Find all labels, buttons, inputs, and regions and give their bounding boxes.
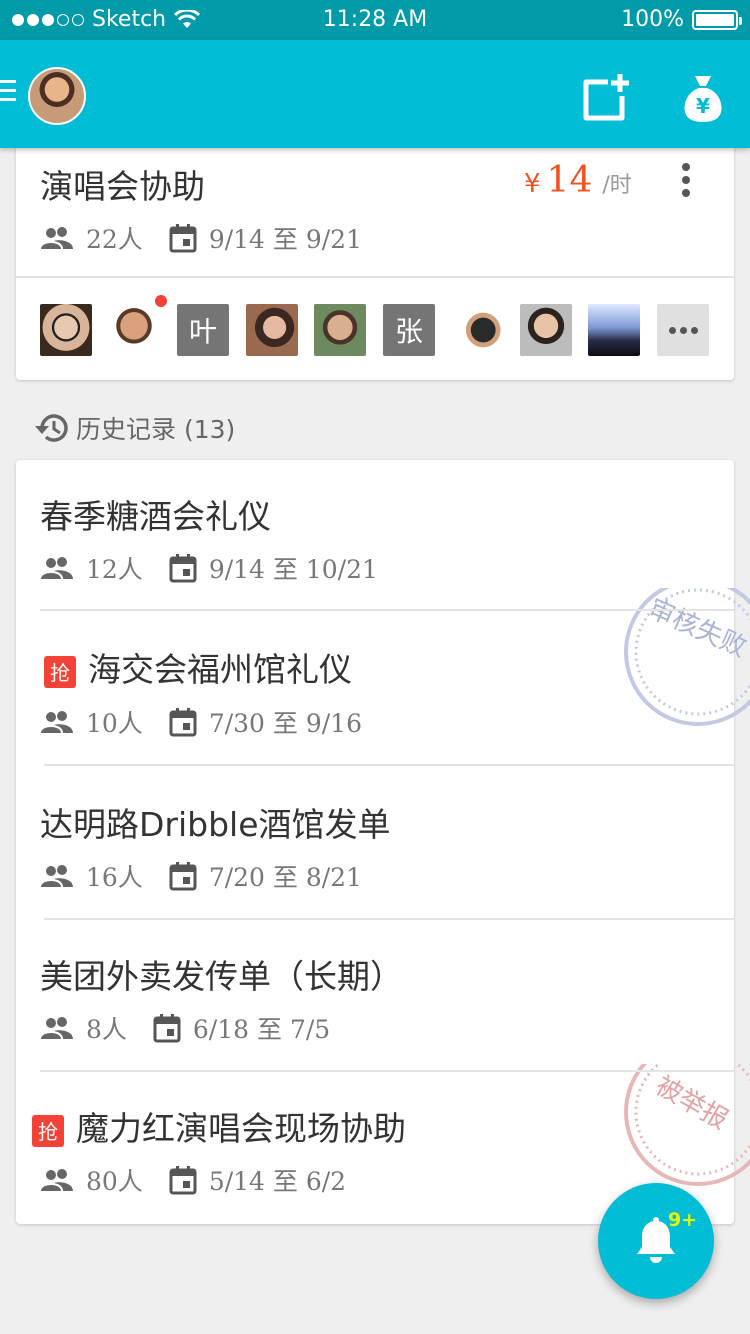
history-item-meta: 12人 9/14 至 10/21 bbox=[40, 550, 378, 586]
battery-percent: 100% bbox=[621, 7, 684, 32]
calendar-icon bbox=[169, 862, 197, 891]
history-item-dates: 5/14 至 6/2 bbox=[208, 1167, 347, 1196]
history-item-dates: 7/30 至 9/16 bbox=[208, 709, 362, 738]
rush-badge: 抢 bbox=[44, 655, 76, 688]
member-avatar[interactable] bbox=[314, 304, 366, 356]
people-icon bbox=[41, 227, 73, 249]
history-item-title-text: 海交会福州馆礼仪 bbox=[88, 650, 352, 689]
money-bag-icon: ¥ bbox=[684, 76, 722, 122]
svg-text:被举报: 被举报 bbox=[650, 1071, 733, 1136]
people-icon bbox=[41, 1017, 73, 1039]
history-item-title[interactable]: 抢魔力红演唱会现场协助 bbox=[32, 1102, 406, 1150]
people-icon bbox=[41, 1169, 73, 1191]
history-item-dates: 7/20 至 8/21 bbox=[208, 863, 362, 892]
divider bbox=[16, 276, 734, 278]
new-task-button[interactable] bbox=[578, 70, 634, 126]
history-item-people: 12人 bbox=[86, 555, 143, 584]
member-avatar-text[interactable]: 叶 bbox=[177, 304, 229, 356]
history-item-people: 10人 bbox=[86, 709, 143, 738]
history-item-meta: 80人 5/14 至 6/2 bbox=[40, 1162, 346, 1198]
member-avatar[interactable] bbox=[246, 304, 298, 356]
people-icon bbox=[41, 557, 73, 579]
history-item-title-text: 魔力红演唱会现场协助 bbox=[76, 1109, 406, 1148]
history-item-meta: 8人 6/18 至 7/5 bbox=[40, 1010, 330, 1046]
history-item-dates: 6/18 至 7/5 bbox=[192, 1015, 331, 1044]
history-item-people: 8人 bbox=[86, 1015, 127, 1044]
divider bbox=[44, 764, 734, 766]
calendar-icon bbox=[169, 1166, 197, 1195]
price-value: 14 bbox=[546, 160, 593, 201]
app-header: ¥ bbox=[0, 40, 750, 148]
more-icon bbox=[668, 326, 676, 334]
history-item-people: 80人 bbox=[86, 1167, 143, 1196]
task-title: 演唱会协助 bbox=[40, 167, 205, 206]
task-people: 22人 bbox=[86, 225, 143, 254]
divider bbox=[40, 609, 734, 611]
member-avatar-text[interactable]: 张 bbox=[383, 304, 435, 356]
new-task-icon bbox=[583, 74, 629, 121]
unread-dot bbox=[154, 294, 168, 308]
member-avatar[interactable] bbox=[588, 304, 640, 356]
member-avatar[interactable] bbox=[520, 304, 572, 356]
stamp-reported: 被举报 bbox=[612, 1038, 750, 1192]
history-item-people: 16人 bbox=[86, 863, 143, 892]
status-bar: Sketch 11:28 AM 100% bbox=[0, 0, 750, 40]
task-price: ¥ 14 /时 bbox=[524, 160, 632, 201]
divider bbox=[44, 918, 734, 920]
member-avatar[interactable] bbox=[40, 304, 92, 356]
price-currency: ¥ bbox=[524, 169, 541, 199]
bell-icon bbox=[637, 1217, 675, 1263]
calendar-icon bbox=[169, 708, 197, 737]
history-heading: 历史记录 (13) bbox=[34, 410, 235, 446]
calendar-icon bbox=[169, 554, 197, 583]
calendar-icon bbox=[153, 1014, 181, 1043]
task-dates: 9/14 至 9/21 bbox=[208, 225, 362, 254]
rush-badge: 抢 bbox=[32, 1114, 64, 1147]
price-unit: /时 bbox=[602, 173, 632, 198]
people-icon bbox=[41, 865, 73, 887]
people-icon bbox=[41, 711, 73, 733]
history-item-title[interactable]: 达明路Dribble酒馆发单 bbox=[40, 798, 391, 846]
calendar-icon bbox=[169, 224, 197, 253]
svg-text:¥: ¥ bbox=[696, 94, 710, 118]
history-item-dates: 9/14 至 10/21 bbox=[208, 555, 378, 584]
more-members-button[interactable] bbox=[657, 304, 709, 356]
user-avatar[interactable] bbox=[28, 67, 86, 125]
battery-icon bbox=[692, 9, 742, 30]
wallet-button[interactable]: ¥ bbox=[675, 70, 731, 126]
history-item-title[interactable]: 抢海交会福州馆礼仪 bbox=[44, 643, 352, 691]
history-icon bbox=[35, 414, 68, 442]
history-item-title[interactable]: 美团外卖发传单（长期） bbox=[40, 950, 403, 998]
task-meta: 22人 9/14 至 9/21 bbox=[40, 220, 362, 256]
member-avatar[interactable] bbox=[452, 304, 504, 356]
more-options-icon[interactable] bbox=[680, 163, 692, 197]
history-heading-text: 历史记录 (13) bbox=[76, 415, 236, 444]
notification-count-badge: 9+ bbox=[668, 1209, 698, 1231]
member-avatar[interactable] bbox=[108, 304, 160, 356]
history-item-meta: 10人 7/30 至 9/16 bbox=[40, 704, 362, 740]
history-item-title[interactable]: 春季糖酒会礼仪 bbox=[40, 490, 271, 538]
history-item-meta: 16人 7/20 至 8/21 bbox=[40, 858, 362, 894]
notifications-fab[interactable]: 9+ bbox=[598, 1183, 714, 1299]
svg-text:审核失败: 审核失败 bbox=[644, 594, 750, 664]
divider bbox=[40, 1070, 734, 1072]
menu-icon[interactable] bbox=[0, 80, 16, 102]
